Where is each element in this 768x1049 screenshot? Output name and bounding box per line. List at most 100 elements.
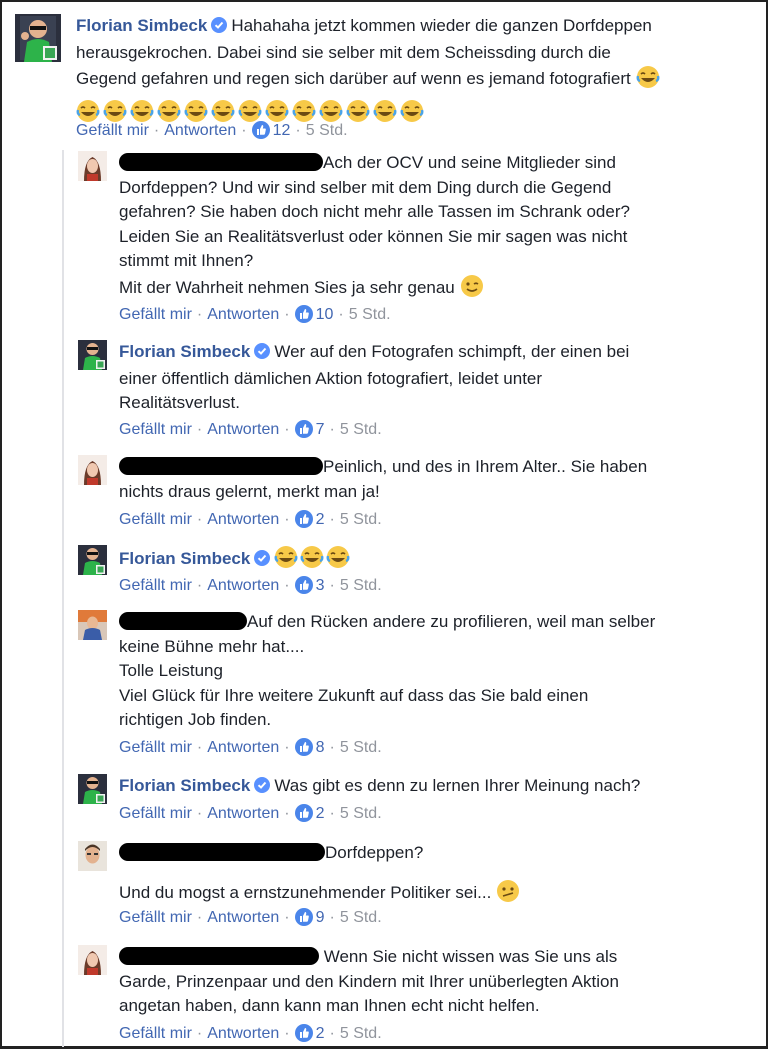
verified-badge-icon: [254, 776, 271, 801]
comment-text-line: Wer auf den Fotografen schimpft, der ein…: [274, 342, 630, 361]
comment-actions: Gefällt mir · Antworten · 8 · 5 Std.: [119, 738, 382, 761]
thumbs-up-icon: [294, 1024, 313, 1047]
comment-text-line: Peinlich, und des in Ihrem Alter.. Sie h…: [323, 457, 648, 476]
reply-link[interactable]: Antworten: [207, 306, 279, 323]
like-link[interactable]: Gefällt mir: [119, 421, 192, 438]
reply-link[interactable]: Antworten: [207, 421, 279, 438]
avatar-user[interactable]: [78, 610, 107, 640]
comment-author[interactable]: Florian Simbeck: [76, 16, 207, 35]
comment-actions: Gefällt mir · Antworten · 2 · 5 Std.: [119, 510, 382, 533]
like-count[interactable]: 2: [316, 1025, 325, 1042]
like-count[interactable]: 3: [316, 577, 325, 594]
comment-text-line: Realitätsverlust.: [119, 393, 240, 412]
comment-text-line: angetan haben, dann kann man Ihnen echt …: [119, 996, 540, 1015]
comment-text-line: Garde, Prinzenpaar und den Kindern mit I…: [119, 971, 619, 991]
reply-thread-line: [62, 150, 64, 1047]
avatar-user[interactable]: [78, 151, 107, 181]
emoji-group: [274, 546, 352, 568]
reply-link[interactable]: Antworten: [207, 577, 279, 594]
like-link[interactable]: Gefällt mir: [119, 306, 192, 323]
timestamp[interactable]: 5 Std.: [340, 511, 382, 528]
timestamp[interactable]: 5 Std.: [340, 805, 382, 822]
reply-comment: Florian Simbeck Gefällt mir · Antworten · 3 ·…: [78, 545, 758, 600]
verified-badge-icon: [254, 549, 271, 574]
verified-badge-icon: [211, 16, 228, 41]
timestamp[interactable]: 5 Std.: [349, 306, 391, 323]
reply-link[interactable]: Antworten: [207, 739, 279, 756]
reply-comment: Dorfdeppen? Und du mogst a ernstzunehmen…: [78, 841, 758, 936]
reply-comment: Ach der OCV und seine Mitglieder sind Do…: [78, 151, 758, 331]
comment-text-line: Wenn Sie nicht wissen was Sie uns als: [323, 947, 618, 966]
comment-author[interactable]: Florian Simbeck: [119, 549, 250, 568]
like-link[interactable]: Gefällt mir: [119, 577, 192, 594]
like-count[interactable]: 10: [316, 306, 334, 323]
comment-text-line: Ach der OCV und seine Mitglieder sind: [323, 153, 616, 172]
comment-author[interactable]: Florian Simbeck: [119, 776, 250, 795]
like-count[interactable]: 8: [316, 739, 325, 756]
timestamp[interactable]: 5 Std.: [340, 1025, 382, 1042]
tears-of-joy-emoji-icon: [400, 99, 424, 131]
avatar-user[interactable]: [78, 945, 107, 975]
comment-text-line: herausgekrochen. Dabei sind sie selber m…: [76, 42, 611, 62]
comment-text-line: Dorfdeppen?: [325, 843, 424, 862]
comment-text-line: keine Bühne mehr hat....: [119, 636, 305, 656]
like-link[interactable]: Gefällt mir: [119, 511, 192, 528]
redacted-author: [119, 153, 323, 171]
comment-top-level: Florian Simbeck Hahahaha jetzt kommen wie…: [15, 14, 755, 144]
avatar-user[interactable]: [78, 455, 107, 485]
like-link[interactable]: Gefällt mir: [119, 739, 192, 756]
timestamp[interactable]: 5 Std.: [340, 421, 382, 438]
avatar-florian-simbeck[interactable]: [78, 774, 107, 804]
redacted-author: [119, 457, 323, 475]
thumbs-up-icon: [294, 804, 313, 827]
redacted-author: [119, 947, 319, 965]
like-count[interactable]: 9: [316, 909, 325, 926]
comment-text-line: Gegend gefahren und regen sich darüber a…: [76, 69, 631, 88]
like-link[interactable]: Gefällt mir: [119, 805, 192, 822]
comment-text-line: Viel Glück für Ihre weitere Zukunft auf …: [119, 685, 589, 705]
tears-of-joy-emoji-icon: [373, 99, 397, 131]
timestamp[interactable]: 5 Std.: [340, 739, 382, 756]
wink-emoji-icon: [460, 274, 484, 306]
like-link[interactable]: Gefällt mir: [76, 122, 149, 139]
comment-text-line: richtigen Job finden.: [119, 710, 272, 729]
reply-link[interactable]: Antworten: [207, 805, 279, 822]
comment-text-line: Auf den Rücken andere zu profilieren, we…: [247, 612, 656, 631]
thumbs-up-icon: [294, 420, 313, 443]
avatar-florian-simbeck[interactable]: [78, 340, 107, 370]
redacted-author: [119, 612, 247, 630]
timestamp[interactable]: 5 Std.: [340, 577, 382, 594]
comment-text-line: Tolle Leistung: [119, 661, 223, 680]
thumbs-up-icon: [294, 510, 313, 533]
thumbs-up-icon: [251, 121, 270, 144]
reply-comment: Auf den Rücken andere zu profilieren, we…: [78, 610, 758, 765]
comment-author[interactable]: Florian Simbeck: [119, 342, 250, 361]
comment-text-line: einer öffentlich dämlichen Aktion fotogr…: [119, 368, 543, 388]
thumbs-up-icon: [294, 908, 313, 931]
timestamp[interactable]: 5 Std.: [306, 122, 348, 139]
avatar-florian-simbeck[interactable]: [78, 545, 107, 575]
like-count[interactable]: 2: [316, 511, 325, 528]
like-count[interactable]: 12: [273, 122, 291, 139]
comment-actions: Gefällt mir · Antworten · 12 · 5 Std.: [76, 121, 348, 144]
avatar-user[interactable]: [78, 841, 107, 871]
like-count[interactable]: 2: [316, 805, 325, 822]
like-count[interactable]: 7: [316, 421, 325, 438]
reply-link[interactable]: Antworten: [164, 122, 236, 139]
reply-link[interactable]: Antworten: [207, 909, 279, 926]
reply-link[interactable]: Antworten: [207, 1025, 279, 1042]
timestamp[interactable]: 5 Std.: [340, 909, 382, 926]
avatar-florian-simbeck[interactable]: [15, 14, 61, 62]
thumbs-up-icon: [294, 576, 313, 599]
tears-of-joy-emoji-icon: [326, 545, 350, 577]
redacted-author: [119, 843, 325, 861]
comment-actions: Gefällt mir · Antworten · 10 · 5 Std.: [119, 305, 391, 328]
comment-actions: Gefällt mir · Antworten · 2 · 5 Std.: [119, 804, 382, 827]
reply-link[interactable]: Antworten: [207, 511, 279, 528]
verified-badge-icon: [254, 342, 271, 367]
like-link[interactable]: Gefällt mir: [119, 1025, 192, 1042]
comment-text-line: nichts draus gelernt, merkt man ja!: [119, 481, 380, 501]
like-link[interactable]: Gefällt mir: [119, 909, 192, 926]
comment-text-line: gefahren? Sie haben doch nicht mehr alle…: [119, 202, 630, 221]
tears-of-joy-emoji-icon: [346, 99, 370, 131]
